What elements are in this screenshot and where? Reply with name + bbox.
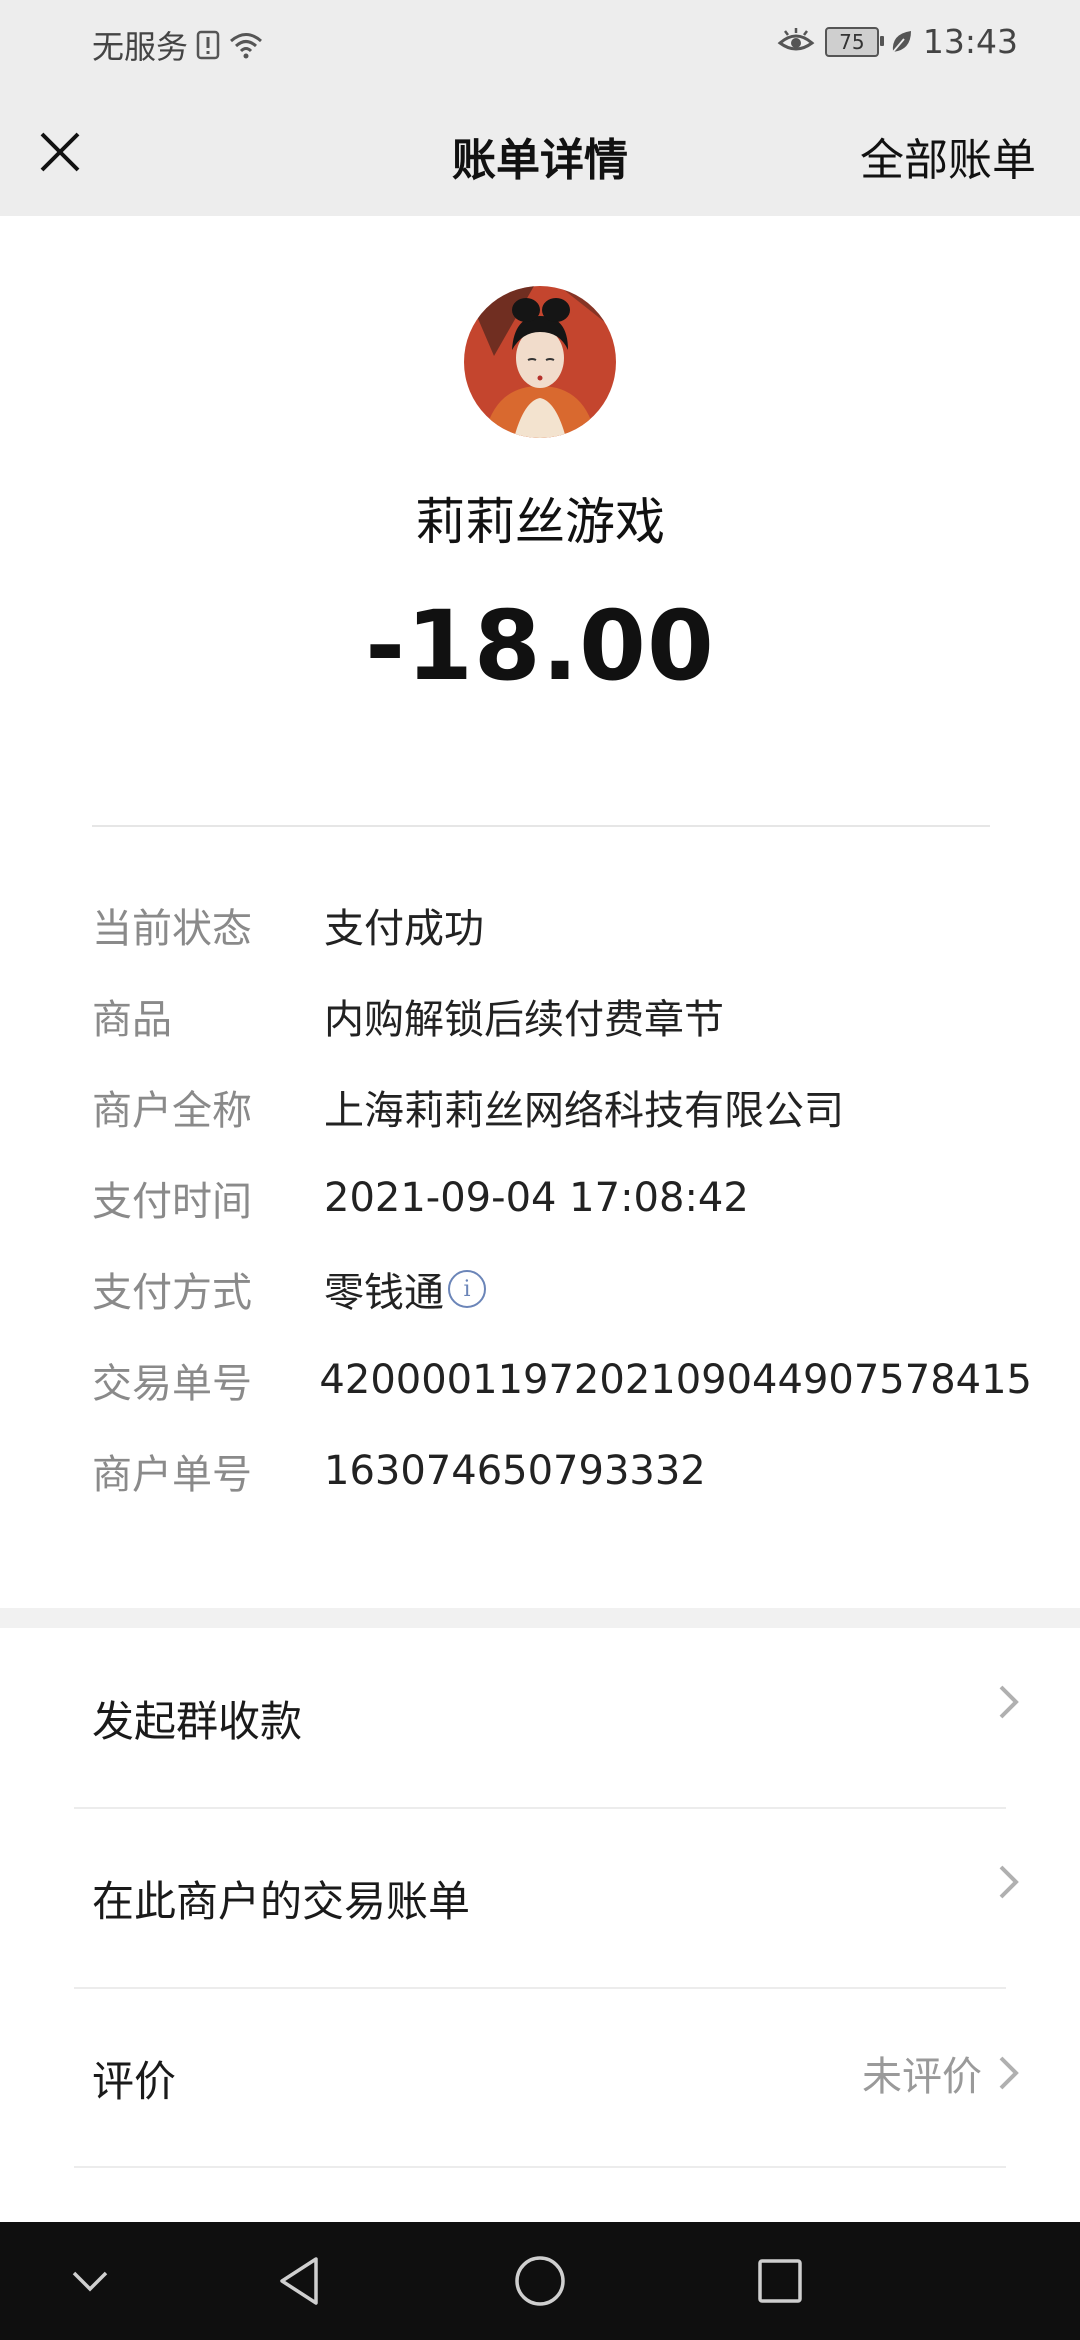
eye-comfort-icon [777,27,815,57]
detail-label: 交易单号 [92,1361,252,1407]
detail-row-merchant-order-id: 商户单号 163074650793332 [92,1441,1032,1501]
menu-label: 在此商户的交易账单 [92,1877,471,1926]
detail-label: 支付时间 [92,1179,252,1225]
chevron-right-icon [999,1685,1019,1719]
group-collect-button[interactable]: 发起群收款 [0,1628,1080,1806]
detail-row-product: 商品 内购解锁后续付费章节 [92,986,1032,1046]
detail-value: 内购解锁后续付费章节 [324,997,724,1043]
sim-alert-icon [196,30,220,60]
detail-label: 当前状态 [92,906,252,952]
detail-row-transaction-id: 交易单号 4200001197202109044907578415 [92,1350,1032,1410]
status-left: 无服务 [92,22,264,68]
menu-right [982,1864,1020,1900]
battery-icon: 75 [824,26,884,57]
menu-right: 未评价 [862,2044,1020,2102]
detail-value: 2021-09-04 17:08:42 [324,1175,749,1221]
detail-label: 商户单号 [92,1452,252,1498]
detail-value: 4200001197202109044907578415 [319,1357,1032,1403]
recents-button[interactable] [750,2251,810,2311]
menu-right [982,1684,1020,1720]
hide-nav-button[interactable] [60,2251,120,2311]
review-button[interactable]: 评价 未评价 [0,1988,1080,2166]
wifi-icon [228,30,264,60]
detail-value: 零钱通 [324,1270,444,1316]
detail-label: 商品 [92,997,172,1043]
status-right: 75 13:43 [777,22,1018,61]
divider [92,825,990,827]
menu-label: 评价 [92,2057,177,2106]
detail-row-status: 当前状态 支付成功 [92,895,1032,955]
detail-label: 商户全称 [92,1088,252,1134]
chevron-right-icon [999,1865,1019,1899]
chevron-right-icon [999,2056,1019,2090]
header-bar: 账单详情 全部账单 [0,88,1080,216]
clock: 13:43 [922,22,1018,61]
home-circle-icon [515,2256,565,2306]
merchant-bills-button[interactable]: 在此商户的交易账单 [0,1808,1080,1986]
back-triangle-icon [280,2257,318,2305]
divider [74,2166,1006,2168]
detail-row-pay-method: 支付方式 零钱通 i [92,1259,1032,1319]
status-bar: 无服务 75 13:43 [0,0,1080,88]
recents-square-icon [758,2259,802,2303]
leaf-icon [889,28,913,56]
merchant-avatar [464,286,616,438]
detail-label: 支付方式 [92,1270,252,1316]
detail-row-merchant-fullname: 商户全称 上海莉莉丝网络科技有限公司 [92,1077,1032,1137]
detail-value: 163074650793332 [324,1448,706,1494]
chevron-down-icon [72,2271,108,2292]
detail-value-wrap: 零钱通 i [324,1260,486,1318]
carrier-text: 无服务 [92,28,189,66]
detail-value: 支付成功 [324,906,484,952]
review-status: 未评价 [862,2054,982,2100]
detail-row-pay-time: 支付时间 2021-09-04 17:08:42 [92,1168,1032,1228]
all-bills-link[interactable]: 全部账单 [860,124,1036,188]
payment-amount: -18.00 [365,590,715,702]
section-gap [0,1608,1080,1628]
info-icon[interactable]: i [448,1270,486,1308]
system-nav-bar [0,2222,1080,2340]
menu-label: 发起群收款 [92,1697,303,1746]
back-button[interactable] [270,2251,330,2311]
merchant-name: 莉莉丝游戏 [415,493,665,551]
home-button[interactable] [510,2251,570,2311]
detail-value: 上海莉莉丝网络科技有限公司 [324,1088,844,1134]
